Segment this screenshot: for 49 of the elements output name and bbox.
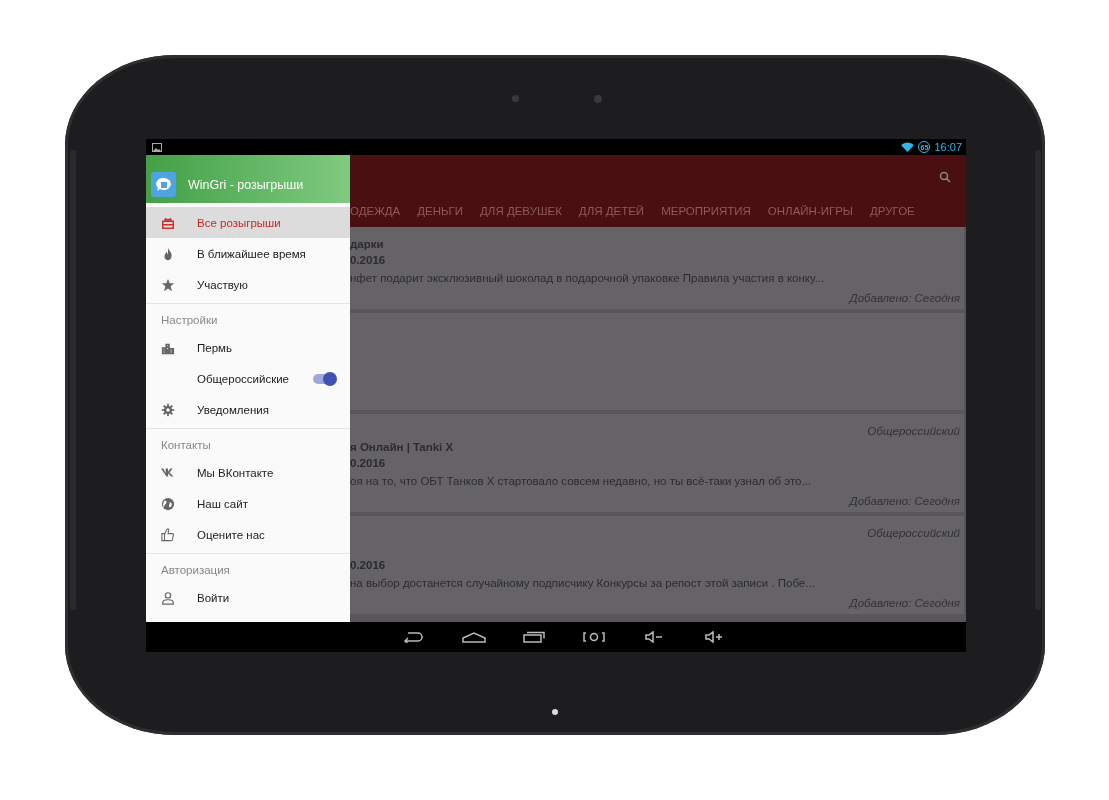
post-date: 0.2016 (350, 254, 386, 266)
menu-item[interactable]: В ближайшее время (146, 238, 350, 269)
menu-item[interactable]: Участвую (146, 269, 350, 300)
camera-dot (594, 95, 602, 103)
category-tab[interactable]: ДЛЯ ДЕВУШЕК (480, 205, 562, 219)
menu-item[interactable]: Войти (146, 582, 350, 613)
menu-item[interactable]: Оцените нас (146, 519, 350, 550)
menu-item[interactable]: Пермь (146, 332, 350, 363)
app-title: WinGri - розыгрыши (188, 178, 304, 192)
vk-logo-icon (161, 467, 175, 478)
menu-item[interactable]: Наш сайт (146, 488, 350, 519)
home-icon[interactable] (462, 631, 486, 643)
star-icon (161, 277, 175, 292)
menu-item[interactable]: Уведомления (146, 394, 350, 425)
toggle-label: Общероссийские (197, 372, 290, 385)
category-tab[interactable]: ОДЕЖДА (350, 205, 401, 219)
category-tab[interactable]: ДЛЯ ДЕТЕЙ (578, 205, 645, 219)
post-description: на выбор достанется случайному подписчику Конкурсы за репост этой записи . Побе... (350, 577, 815, 589)
toggle-switch[interactable] (313, 373, 335, 384)
globe-icon (161, 496, 175, 511)
volume-up-icon[interactable] (704, 631, 724, 643)
settings-icon (161, 402, 175, 417)
search-icon[interactable] (939, 171, 951, 183)
person-icon (161, 590, 175, 605)
section-header: Контакты (160, 438, 212, 453)
section-header: Настройки (160, 313, 219, 328)
post-title: я Онлайн | Tanki X (350, 441, 454, 453)
back-icon[interactable] (403, 631, 425, 643)
category-tab[interactable]: МЕРОПРИЯТИЯ (661, 205, 751, 219)
indicator-light (552, 709, 558, 715)
post-date: 0.2016 (350, 559, 386, 571)
menu-item[interactable]: Мы ВКонтакте (146, 457, 350, 488)
post-date: 0.2016 (350, 457, 386, 469)
thumbs-up-icon (161, 527, 175, 542)
category-tab[interactable]: ДРУГОЕ (870, 205, 915, 219)
post-title: дарки (350, 238, 384, 250)
category-tab[interactable]: ОНЛАЙН-ИГРЫ (767, 205, 854, 219)
clock-time: 16:07 (934, 141, 962, 153)
gift-icon (161, 215, 175, 230)
post-description: нфет подарит эксклюзивный шоколад в подарочной упаковке Правила участия в конку... (350, 272, 825, 284)
volume-down-icon[interactable] (644, 631, 664, 643)
section-header: Авторизация (160, 563, 231, 578)
image-icon (152, 142, 162, 152)
recent-apps-icon[interactable] (523, 631, 545, 643)
screenshot-icon[interactable] (583, 631, 605, 643)
menu-item[interactable]: Все розыгрыши (146, 207, 350, 238)
camera-dot (512, 95, 519, 102)
wifi-icon (901, 142, 915, 152)
category-tab[interactable]: ДЕНЬГИ (417, 205, 464, 219)
